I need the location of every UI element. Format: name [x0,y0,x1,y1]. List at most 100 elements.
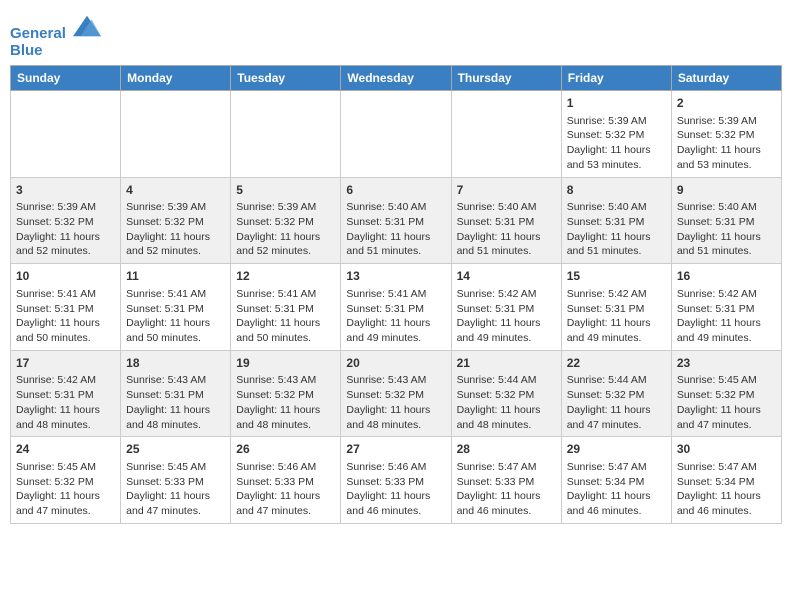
day-info: Sunrise: 5:41 AM Sunset: 5:31 PM Dayligh… [16,287,115,346]
day-number: 30 [677,441,776,458]
day-info: Sunrise: 5:39 AM Sunset: 5:32 PM Dayligh… [677,114,776,173]
day-number: 12 [236,268,335,285]
calendar-cell: 11Sunrise: 5:41 AM Sunset: 5:31 PM Dayli… [121,264,231,351]
logo: General Blue [10,16,101,59]
day-number: 24 [16,441,115,458]
day-info: Sunrise: 5:47 AM Sunset: 5:34 PM Dayligh… [677,460,776,519]
day-number: 7 [457,182,556,199]
day-info: Sunrise: 5:46 AM Sunset: 5:33 PM Dayligh… [346,460,445,519]
day-info: Sunrise: 5:44 AM Sunset: 5:32 PM Dayligh… [567,373,666,432]
day-number: 20 [346,355,445,372]
day-info: Sunrise: 5:41 AM Sunset: 5:31 PM Dayligh… [236,287,335,346]
calendar-cell [231,91,341,178]
day-info: Sunrise: 5:42 AM Sunset: 5:31 PM Dayligh… [16,373,115,432]
logo-blue: Blue [10,43,101,60]
calendar-cell: 19Sunrise: 5:43 AM Sunset: 5:32 PM Dayli… [231,350,341,437]
day-info: Sunrise: 5:40 AM Sunset: 5:31 PM Dayligh… [677,200,776,259]
calendar-cell: 21Sunrise: 5:44 AM Sunset: 5:32 PM Dayli… [451,350,561,437]
week-row-1: 1 Sunrise: 5:39 AM Sunset: 5:32 PM Daylig… [11,91,782,178]
calendar-cell: 10 Sunrise: 5:41 AM Sunset: 5:31 PM Dayli… [11,264,121,351]
day-number: 29 [567,441,666,458]
calendar: SundayMondayTuesdayWednesdayThursdayFrid… [10,65,782,524]
day-number: 13 [346,268,445,285]
day-number: 8 [567,182,666,199]
day-number: 19 [236,355,335,372]
calendar-cell: 26 Sunrise: 5:46 AM Sunset: 5:33 PM Dayli… [231,437,341,524]
calendar-cell: 7Sunrise: 5:40 AM Sunset: 5:31 PM Daylig… [451,177,561,264]
weekday-header-thursday: Thursday [451,66,561,91]
week-row-2: 3Sunrise: 5:39 AM Sunset: 5:32 PM Daylig… [11,177,782,264]
day-number: 22 [567,355,666,372]
day-number: 9 [677,182,776,199]
day-info: Sunrise: 5:39 AM Sunset: 5:32 PM Dayligh… [236,200,335,259]
calendar-cell: 24 Sunrise: 5:45 AM Sunset: 5:32 PM Dayli… [11,437,121,524]
calendar-cell: 8Sunrise: 5:40 AM Sunset: 5:31 PM Daylig… [561,177,671,264]
day-number: 16 [677,268,776,285]
day-number: 4 [126,182,225,199]
calendar-cell: 1 Sunrise: 5:39 AM Sunset: 5:32 PM Daylig… [561,91,671,178]
day-info: Sunrise: 5:45 AM Sunset: 5:33 PM Dayligh… [126,460,225,519]
day-info: Sunrise: 5:40 AM Sunset: 5:31 PM Dayligh… [457,200,556,259]
calendar-cell: 3Sunrise: 5:39 AM Sunset: 5:32 PM Daylig… [11,177,121,264]
day-info: Sunrise: 5:39 AM Sunset: 5:32 PM Dayligh… [567,114,666,173]
day-number: 26 [236,441,335,458]
calendar-cell: 14 Sunrise: 5:42 AM Sunset: 5:31 PM Dayli… [451,264,561,351]
weekday-header-sunday: Sunday [11,66,121,91]
day-info: Sunrise: 5:42 AM Sunset: 5:31 PM Dayligh… [567,287,666,346]
calendar-cell: 9Sunrise: 5:40 AM Sunset: 5:31 PM Daylig… [671,177,781,264]
calendar-cell: 22Sunrise: 5:44 AM Sunset: 5:32 PM Dayli… [561,350,671,437]
weekday-header-saturday: Saturday [671,66,781,91]
calendar-cell: 13 Sunrise: 5:41 AM Sunset: 5:31 PM Dayli… [341,264,451,351]
weekday-header-row: SundayMondayTuesdayWednesdayThursdayFrid… [11,66,782,91]
calendar-cell: 25Sunrise: 5:45 AM Sunset: 5:33 PM Dayli… [121,437,231,524]
calendar-cell: 20Sunrise: 5:43 AM Sunset: 5:32 PM Dayli… [341,350,451,437]
day-number: 10 [16,268,115,285]
day-number: 14 [457,268,556,285]
calendar-cell: 30 Sunrise: 5:47 AM Sunset: 5:34 PM Dayli… [671,437,781,524]
day-number: 17 [16,355,115,372]
day-info: Sunrise: 5:42 AM Sunset: 5:31 PM Dayligh… [677,287,776,346]
day-info: Sunrise: 5:39 AM Sunset: 5:32 PM Dayligh… [126,200,225,259]
day-info: Sunrise: 5:46 AM Sunset: 5:33 PM Dayligh… [236,460,335,519]
day-number: 2 [677,95,776,112]
calendar-cell: 29Sunrise: 5:47 AM Sunset: 5:34 PM Dayli… [561,437,671,524]
day-number: 27 [346,441,445,458]
weekday-header-wednesday: Wednesday [341,66,451,91]
day-number: 15 [567,268,666,285]
day-info: Sunrise: 5:40 AM Sunset: 5:31 PM Dayligh… [567,200,666,259]
calendar-cell: 17Sunrise: 5:42 AM Sunset: 5:31 PM Dayli… [11,350,121,437]
logo-icon [73,14,101,38]
weekday-header-tuesday: Tuesday [231,66,341,91]
day-number: 6 [346,182,445,199]
day-number: 1 [567,95,666,112]
day-number: 23 [677,355,776,372]
weekday-header-friday: Friday [561,66,671,91]
day-info: Sunrise: 5:43 AM Sunset: 5:32 PM Dayligh… [236,373,335,432]
day-number: 21 [457,355,556,372]
day-info: Sunrise: 5:47 AM Sunset: 5:33 PM Dayligh… [457,460,556,519]
logo-text: General [10,16,101,43]
day-number: 5 [236,182,335,199]
calendar-cell: 16 Sunrise: 5:42 AM Sunset: 5:31 PM Dayli… [671,264,781,351]
day-info: Sunrise: 5:42 AM Sunset: 5:31 PM Dayligh… [457,287,556,346]
day-number: 11 [126,268,225,285]
calendar-cell: 12 Sunrise: 5:41 AM Sunset: 5:31 PM Dayli… [231,264,341,351]
week-row-3: 10 Sunrise: 5:41 AM Sunset: 5:31 PM Dayli… [11,264,782,351]
calendar-cell [11,91,121,178]
week-row-4: 17Sunrise: 5:42 AM Sunset: 5:31 PM Dayli… [11,350,782,437]
page-header: General Blue [10,10,782,59]
week-row-5: 24 Sunrise: 5:45 AM Sunset: 5:32 PM Dayli… [11,437,782,524]
day-number: 28 [457,441,556,458]
day-number: 3 [16,182,115,199]
calendar-cell: 6Sunrise: 5:40 AM Sunset: 5:31 PM Daylig… [341,177,451,264]
day-number: 18 [126,355,225,372]
calendar-cell: 15 Sunrise: 5:42 AM Sunset: 5:31 PM Dayli… [561,264,671,351]
day-info: Sunrise: 5:43 AM Sunset: 5:32 PM Dayligh… [346,373,445,432]
calendar-cell: 4Sunrise: 5:39 AM Sunset: 5:32 PM Daylig… [121,177,231,264]
calendar-cell: 23Sunrise: 5:45 AM Sunset: 5:32 PM Dayli… [671,350,781,437]
day-info: Sunrise: 5:45 AM Sunset: 5:32 PM Dayligh… [16,460,115,519]
day-info: Sunrise: 5:40 AM Sunset: 5:31 PM Dayligh… [346,200,445,259]
calendar-cell: 27 Sunrise: 5:46 AM Sunset: 5:33 PM Dayli… [341,437,451,524]
day-info: Sunrise: 5:41 AM Sunset: 5:31 PM Dayligh… [346,287,445,346]
day-info: Sunrise: 5:39 AM Sunset: 5:32 PM Dayligh… [16,200,115,259]
